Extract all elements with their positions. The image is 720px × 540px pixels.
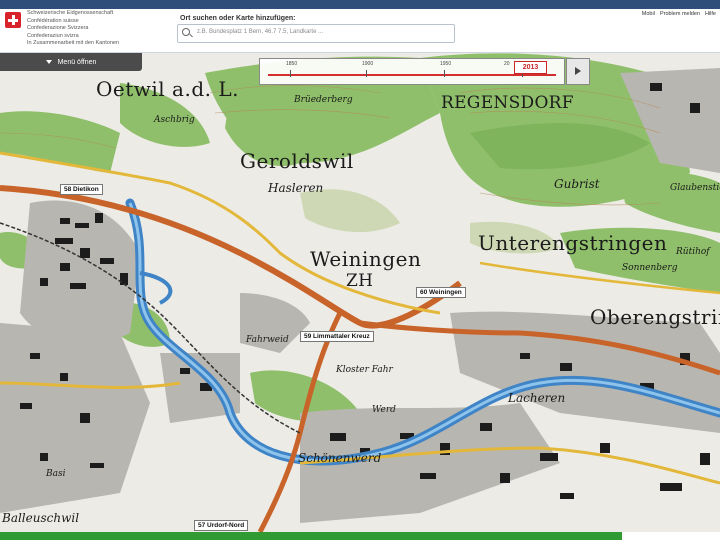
- top-strip: [0, 0, 720, 9]
- timeline-year-label: 1950: [440, 61, 452, 67]
- map-canvas[interactable]: Oetwil a.d. L. REGENSDORF Geroldswil Has…: [0, 53, 720, 532]
- swiss-flag-logo: [5, 12, 21, 28]
- place-label-hasleren: Hasleren: [268, 181, 324, 195]
- place-label-unterengstringen: Unterengstringen: [478, 231, 668, 255]
- place-label-werd: Werd: [372, 405, 396, 415]
- place-label-weiningen: Weiningen: [310, 247, 422, 271]
- place-label-aschbrig: Aschbrig: [154, 115, 195, 125]
- link-mobile[interactable]: Mobil: [642, 11, 655, 17]
- road-sign-urdorf-nord: 57 Urdorf-Nord: [194, 520, 249, 531]
- confederation-line: In Zusammenarbeit mit den Kantonen: [27, 40, 120, 46]
- road-sign-weiningen: 60 Weiningen: [416, 287, 466, 298]
- place-label-lacheren: Lacheren: [508, 391, 566, 405]
- confederation-line: Confederazione Svizzera: [27, 25, 89, 31]
- timeline-year-handle[interactable]: 2013: [514, 61, 547, 74]
- timeline-slider[interactable]: 1850 1900 1950 20 2013: [259, 58, 565, 85]
- header: Schweizerische Eidgenossenschaft Confédé…: [0, 9, 720, 53]
- confederation-line: Confederaziun svizra: [27, 32, 79, 39]
- place-label-geroldswil: Geroldswil: [240, 149, 354, 173]
- link-report-problem[interactable]: Problem melden: [660, 11, 700, 17]
- timeline-year-label: 1850: [286, 61, 298, 67]
- timeline-tick: [290, 70, 291, 77]
- footer-bar: [0, 532, 622, 540]
- place-label-oetwil: Oetwil a.d. L.: [96, 77, 239, 101]
- place-label-glaubenstich: Glaubenstich: [670, 183, 720, 193]
- place-label-sonnenberg: Sonnenberg: [622, 263, 678, 273]
- place-label-basi: Basi: [46, 469, 66, 479]
- confederation-text: Schweizerische Eidgenossenschaft Confédé…: [27, 10, 119, 48]
- place-label-zh: ZH: [346, 271, 374, 291]
- confederation-line: Confédération suisse: [27, 17, 79, 24]
- road-sign-limmattaler-kreuz: 59 Limmattaler Kreuz: [300, 331, 374, 342]
- menu-open-button[interactable]: Menü öffnen: [0, 53, 142, 71]
- timeline-play-button[interactable]: [566, 58, 590, 85]
- chevron-down-icon: [45, 60, 52, 64]
- place-label-fahrweid: Fahrweid: [246, 335, 289, 345]
- place-label-gubrist: Gubrist: [554, 177, 600, 191]
- road-sign-dietikon: 58 Dietikon: [60, 184, 103, 195]
- place-label-ballenschwil: Balleuschwil: [2, 511, 80, 525]
- search-label: Ort suchen oder Karte hinzufügen:: [180, 15, 296, 22]
- confederation-line: Schweizerische Eidgenossenschaft: [27, 10, 114, 16]
- timeline-year-label: 20: [504, 61, 510, 67]
- footer-blank: [622, 532, 720, 540]
- timeline-tick: [366, 70, 367, 77]
- timeline-track[interactable]: [268, 74, 556, 76]
- search-input[interactable]: z.B. Bundesplatz 1 Bern, 46.7 7.5, Landk…: [177, 24, 455, 43]
- menu-open-label: Menü öffnen: [57, 58, 97, 66]
- search-icon: [182, 28, 190, 36]
- top-links: Mobil Problem melden Hilfe: [642, 11, 716, 17]
- link-help[interactable]: Hilfe: [705, 11, 716, 17]
- timeline-tick: [444, 70, 445, 77]
- place-label-brueederberg: Brüederberg: [294, 95, 353, 105]
- place-label-oberengstringen: Oberengstringen: [590, 305, 720, 329]
- place-label-schoenenwerd: Schönenwerd: [298, 451, 382, 465]
- timeline-year-label: 1900: [362, 61, 374, 67]
- place-label-ruettihof: Rütihof: [676, 247, 710, 257]
- place-label-regensdorf: REGENSDORF: [441, 93, 574, 113]
- search-placeholder: z.B. Bundesplatz 1 Bern, 46.7 7.5, Landk…: [197, 29, 324, 35]
- place-label-kloster-fahr: Kloster Fahr: [336, 365, 393, 375]
